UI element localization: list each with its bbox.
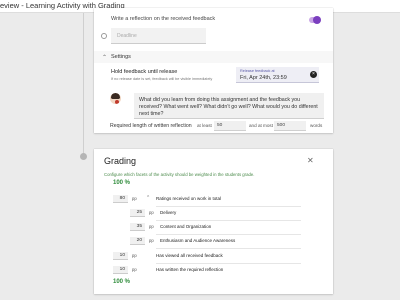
divider [156, 234, 301, 235]
weight-input[interactable]: 10 [113, 252, 128, 260]
unit-label: pp [132, 196, 137, 201]
release-date-caption: Release feedback at [240, 69, 275, 73]
grading-row-ratings: 80 pp ⌃ Ratings received on work in tota… [94, 195, 333, 206]
reflection-row: Write a reflection on the received feedb… [94, 16, 333, 27]
release-date-field[interactable]: Release feedback at Fri, Apr 24th, 23:59 [236, 67, 319, 83]
close-icon[interactable]: ✕ [307, 156, 314, 165]
at-most-label: and at most [249, 123, 274, 128]
row-name: Content and Organization [160, 224, 212, 229]
words-label: words [310, 123, 323, 128]
chevron-up-icon[interactable]: ⌃ [146, 195, 150, 201]
timeline-line [83, 13, 84, 158]
grading-card: Grading ✕ Configure which facets of the … [94, 149, 333, 294]
avatar [110, 93, 121, 104]
divider [156, 248, 301, 249]
chevron-up-icon[interactable]: ⌃ [102, 54, 107, 61]
reflection-length-label: Required length of written reflection [110, 123, 192, 129]
weight-input[interactable]: 80 [113, 195, 128, 203]
row-name: Has written the required reflection [156, 267, 224, 272]
reflection-label: Write a reflection on the received feedb… [111, 16, 216, 22]
release-date-value: Fri, Apr 24th, 23:59 [240, 75, 287, 81]
max-words-input[interactable]: 500 [274, 121, 306, 131]
row-name: Ratings received on work in total [156, 196, 222, 201]
hold-feedback-label: Hold feedback until release [111, 69, 178, 75]
deadline-placeholder: Deadline [117, 33, 137, 39]
hold-feedback-hint: If no release date is set, feedback will… [111, 77, 213, 81]
reflection-card: Write a reflection on the received feedb… [94, 8, 333, 133]
weight-input[interactable]: 20 [130, 237, 145, 245]
grading-row-enthusiasm: 20 pp Enthusiasm and Audience Awareness [94, 237, 333, 248]
min-words-input[interactable]: 50 [214, 121, 246, 131]
grading-title: Grading [104, 156, 137, 166]
timeline-dot [80, 153, 87, 160]
unit-label: pp [149, 224, 154, 229]
divider [156, 220, 301, 221]
weight-input[interactable]: 10 [113, 266, 128, 274]
row-name: Delivery [160, 210, 177, 215]
at-least-label: at least [197, 123, 212, 128]
row-name: Has viewed all received feedback [156, 253, 223, 258]
clock-icon [101, 33, 107, 39]
reflection-toggle[interactable] [309, 16, 321, 24]
unit-label: pp [149, 210, 154, 215]
grading-row-written-reflection: 10 pp Has written the required reflectio… [94, 266, 333, 277]
grading-total-top: 100 % [113, 180, 131, 186]
divider [156, 263, 301, 264]
settings-header[interactable]: ⌃ Settings [94, 51, 333, 63]
unit-label: pp [132, 253, 137, 258]
grading-row-viewed-feedback: 10 pp Has viewed all received feedback [94, 252, 333, 263]
grading-row-content: 35 pp Content and Organization [94, 223, 333, 234]
deadline-field[interactable]: Deadline [111, 28, 206, 44]
grading-row-delivery: 25 pp Delivery [94, 209, 333, 220]
reflection-question-text: What did you learn from doing this assig… [139, 97, 318, 117]
weight-input[interactable]: 25 [130, 209, 145, 217]
grading-total-bottom: 100 % [113, 279, 131, 285]
settings-label: Settings [111, 54, 131, 60]
unit-label: pp [149, 238, 154, 243]
grading-description: Configure which facets of the activity s… [104, 172, 255, 177]
clear-release-date-button[interactable]: × [310, 71, 317, 78]
reflection-question-field[interactable]: What did you learn from doing this assig… [134, 93, 324, 119]
unit-label: pp [132, 267, 137, 272]
weight-input[interactable]: 35 [130, 223, 145, 231]
row-name: Enthusiasm and Audience Awareness [160, 238, 236, 243]
divider [156, 206, 301, 207]
